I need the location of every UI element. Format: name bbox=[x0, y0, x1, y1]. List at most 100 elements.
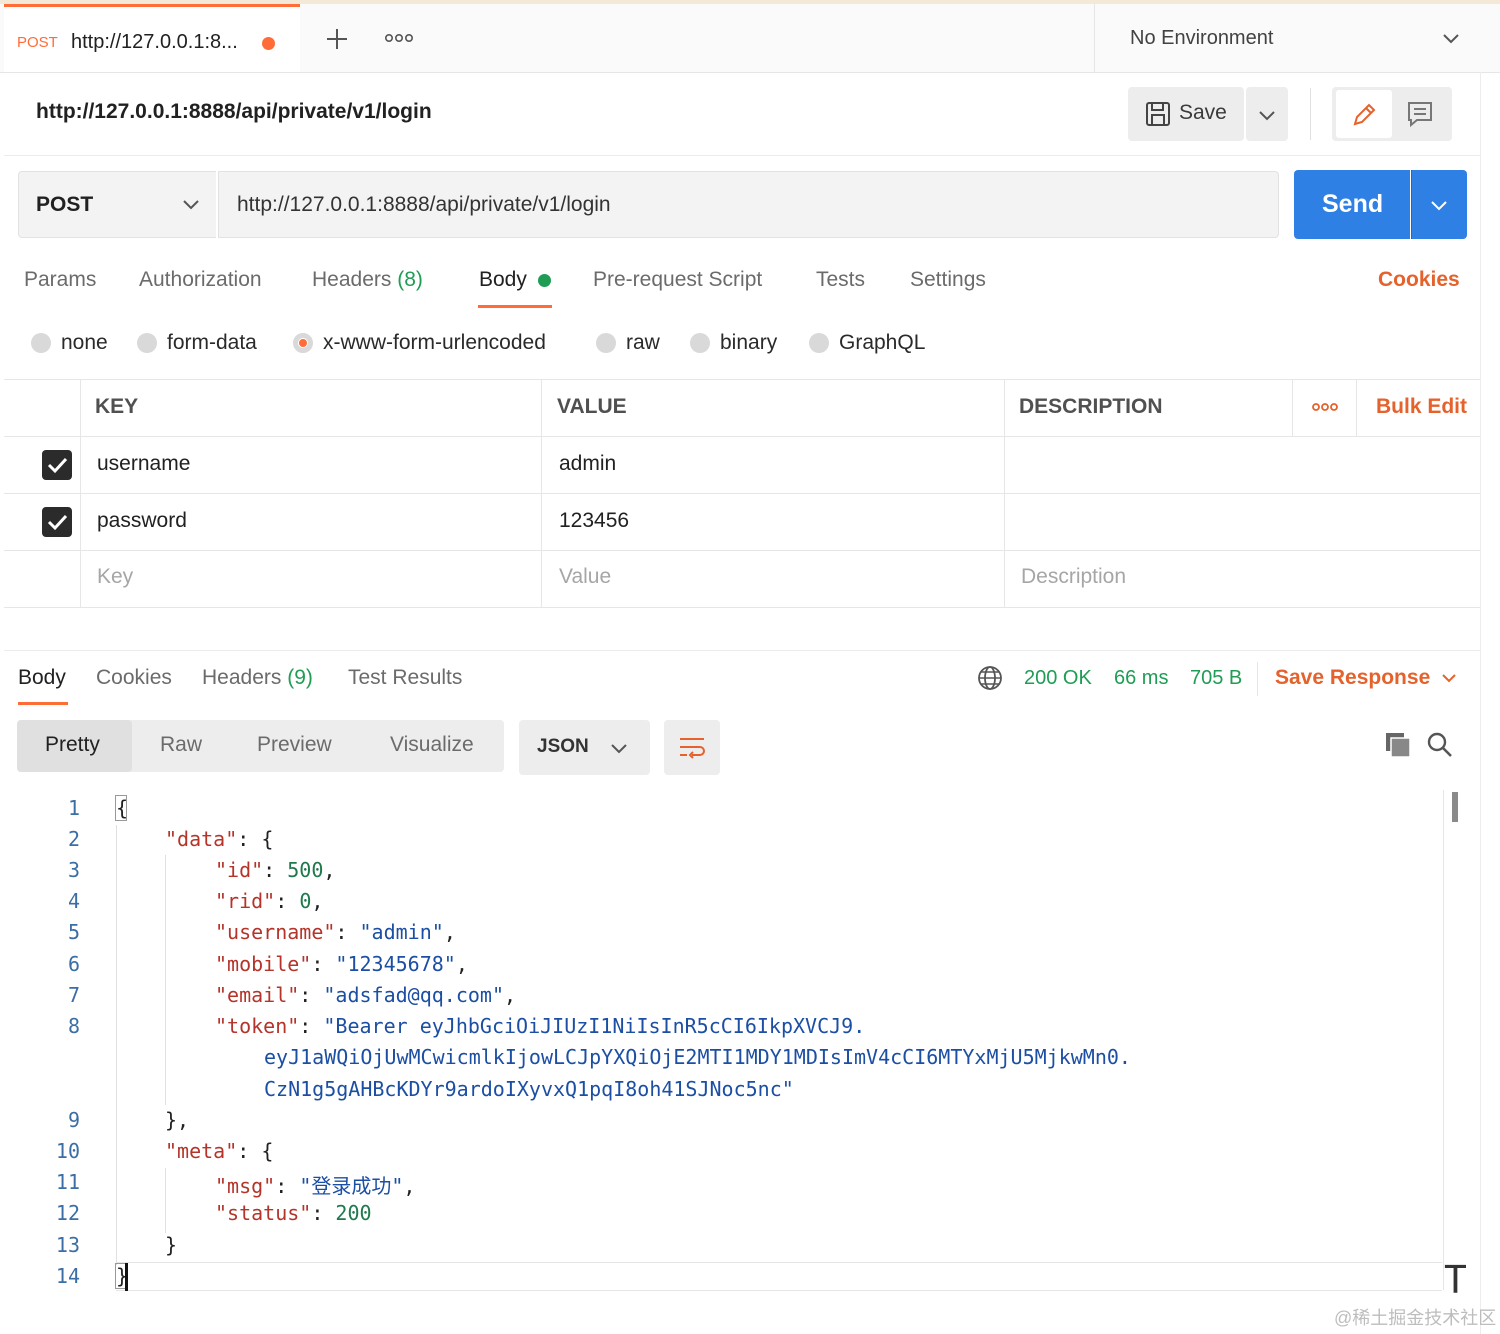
json-key: "meta" bbox=[165, 1139, 238, 1163]
view-raw[interactable]: Raw bbox=[160, 733, 202, 757]
json-key: "data" bbox=[165, 827, 238, 851]
row-checkbox[interactable] bbox=[42, 507, 72, 537]
chevron-down-icon[interactable] bbox=[1442, 32, 1460, 44]
description-input-placeholder[interactable]: Description bbox=[1021, 565, 1126, 589]
view-preview[interactable]: Preview bbox=[257, 733, 332, 757]
pane-divider[interactable] bbox=[4, 650, 1480, 651]
format-label[interactable]: JSON bbox=[537, 736, 589, 758]
radio-form-data[interactable] bbox=[137, 333, 157, 353]
code-line: "meta": { bbox=[165, 1139, 274, 1163]
radio-raw-label[interactable]: raw bbox=[626, 331, 660, 355]
json-key: "rid" bbox=[215, 889, 276, 913]
radio-binary[interactable] bbox=[690, 333, 710, 353]
code-line: "data": { bbox=[165, 827, 274, 851]
radio-x-www-form-urlencoded-label[interactable]: x-www-form-urlencoded bbox=[323, 331, 546, 355]
response-tab-headers[interactable]: Headers (9) bbox=[202, 666, 313, 690]
tab-pre-request-script[interactable]: Pre-request Script bbox=[593, 268, 762, 292]
radio-raw[interactable] bbox=[596, 333, 616, 353]
tab-method: POST bbox=[17, 34, 58, 51]
table-border bbox=[80, 379, 81, 607]
table-border bbox=[4, 550, 1480, 551]
bulk-edit-link[interactable]: Bulk Edit bbox=[1376, 395, 1467, 419]
view-pretty-label[interactable]: Pretty bbox=[45, 733, 100, 757]
copy-icon[interactable] bbox=[1384, 731, 1412, 759]
json-key: "token" bbox=[215, 1014, 300, 1038]
value-input-placeholder[interactable]: Value bbox=[559, 565, 611, 589]
radio-graphql[interactable] bbox=[809, 333, 829, 353]
edit-button[interactable] bbox=[1336, 90, 1392, 138]
status-code[interactable]: 200 OK bbox=[1024, 667, 1092, 690]
response-time[interactable]: 66 ms bbox=[1114, 667, 1168, 690]
chevron-down-icon[interactable] bbox=[182, 198, 200, 210]
send-button-label[interactable]: Send bbox=[1322, 190, 1383, 219]
environment-select[interactable]: No Environment bbox=[1130, 27, 1273, 50]
json-number: 0 bbox=[299, 889, 312, 913]
comment-icon[interactable] bbox=[1406, 100, 1434, 128]
column-header-description: DESCRIPTION bbox=[1019, 395, 1163, 418]
tab-tests[interactable]: Tests bbox=[816, 268, 865, 292]
radio-binary-label[interactable]: binary bbox=[720, 331, 777, 355]
json-key: "username" bbox=[215, 920, 336, 944]
tab-params[interactable]: Params bbox=[24, 268, 96, 292]
radio-none[interactable] bbox=[31, 333, 51, 353]
code-line-wrapped: eyJ1aWQiOjUwMCwicmlkIjowLCJpYXQiOjE2MTI1… bbox=[264, 1045, 1131, 1069]
param-key[interactable]: username bbox=[97, 452, 190, 476]
save-disk-icon bbox=[1145, 101, 1171, 127]
scrollbar-track[interactable] bbox=[1443, 790, 1444, 1290]
response-headers-count: (9) bbox=[287, 666, 313, 689]
send-options-button[interactable] bbox=[1411, 170, 1467, 239]
response-size[interactable]: 705 B bbox=[1190, 667, 1242, 690]
search-icon[interactable] bbox=[1426, 731, 1454, 759]
tab-body[interactable]: Body bbox=[479, 268, 527, 292]
wrap-lines-button[interactable] bbox=[664, 720, 720, 775]
url-input[interactable] bbox=[218, 171, 1279, 238]
param-value[interactable]: admin bbox=[559, 452, 616, 476]
code-line: "mobile": "12345678", bbox=[215, 952, 468, 976]
row-checkbox[interactable] bbox=[42, 450, 72, 480]
param-value[interactable]: 123456 bbox=[559, 509, 629, 533]
response-tab-body[interactable]: Body bbox=[18, 666, 66, 690]
body-indicator-dot bbox=[538, 274, 551, 287]
right-border bbox=[1480, 72, 1481, 1334]
more-tabs-icon[interactable] bbox=[385, 32, 413, 44]
save-button-label[interactable]: Save bbox=[1179, 101, 1227, 125]
key-input-placeholder[interactable]: Key bbox=[97, 565, 133, 589]
radio-none-label[interactable]: none bbox=[61, 331, 108, 355]
line-number: 5 bbox=[67, 920, 80, 944]
view-visualize[interactable]: Visualize bbox=[390, 733, 474, 757]
globe-icon[interactable] bbox=[977, 665, 1003, 691]
headers-count: (8) bbox=[397, 268, 423, 291]
radio-graphql-label[interactable]: GraphQL bbox=[839, 331, 925, 355]
radio-x-www-form-urlencoded[interactable] bbox=[293, 333, 313, 353]
json-key: "status" bbox=[215, 1201, 312, 1225]
param-key[interactable]: password bbox=[97, 509, 187, 533]
response-tab-headers-label: Headers bbox=[202, 666, 282, 689]
table-border bbox=[4, 493, 1480, 494]
tab-authorization[interactable]: Authorization bbox=[139, 268, 262, 292]
radio-form-data-label[interactable]: form-data bbox=[167, 331, 257, 355]
line-number: 7 bbox=[67, 983, 80, 1007]
ibeam-cursor-icon: T bbox=[1444, 1258, 1467, 1302]
new-tab-plus-icon[interactable] bbox=[324, 26, 350, 52]
more-options-icon[interactable] bbox=[1312, 401, 1338, 413]
tab-settings[interactable]: Settings bbox=[910, 268, 986, 292]
chevron-down-icon[interactable] bbox=[610, 742, 628, 754]
pencil-icon bbox=[1350, 101, 1378, 129]
chevron-down-icon[interactable] bbox=[1441, 673, 1457, 684]
json-string: "12345678" bbox=[335, 952, 456, 976]
wrap-lines-icon bbox=[678, 734, 706, 762]
tab-headers[interactable]: Headers (8) bbox=[312, 268, 423, 292]
unsaved-indicator bbox=[262, 37, 275, 50]
response-tab-test-results[interactable]: Test Results bbox=[348, 666, 462, 690]
divider bbox=[1257, 662, 1258, 696]
code-line: { bbox=[116, 796, 129, 820]
save-options-button[interactable] bbox=[1246, 87, 1288, 141]
response-tab-cookies[interactable]: Cookies bbox=[96, 666, 172, 690]
request-title[interactable]: http://127.0.0.1:8888/api/private/v1/log… bbox=[36, 100, 432, 124]
method-label[interactable]: POST bbox=[36, 193, 93, 217]
request-tab[interactable]: POST http://127.0.0.1:8... bbox=[4, 4, 300, 72]
line-number: 12 bbox=[55, 1201, 80, 1225]
save-response-button[interactable]: Save Response bbox=[1275, 666, 1430, 690]
scrollbar-thumb[interactable] bbox=[1452, 792, 1458, 822]
cookies-link[interactable]: Cookies bbox=[1378, 268, 1460, 292]
